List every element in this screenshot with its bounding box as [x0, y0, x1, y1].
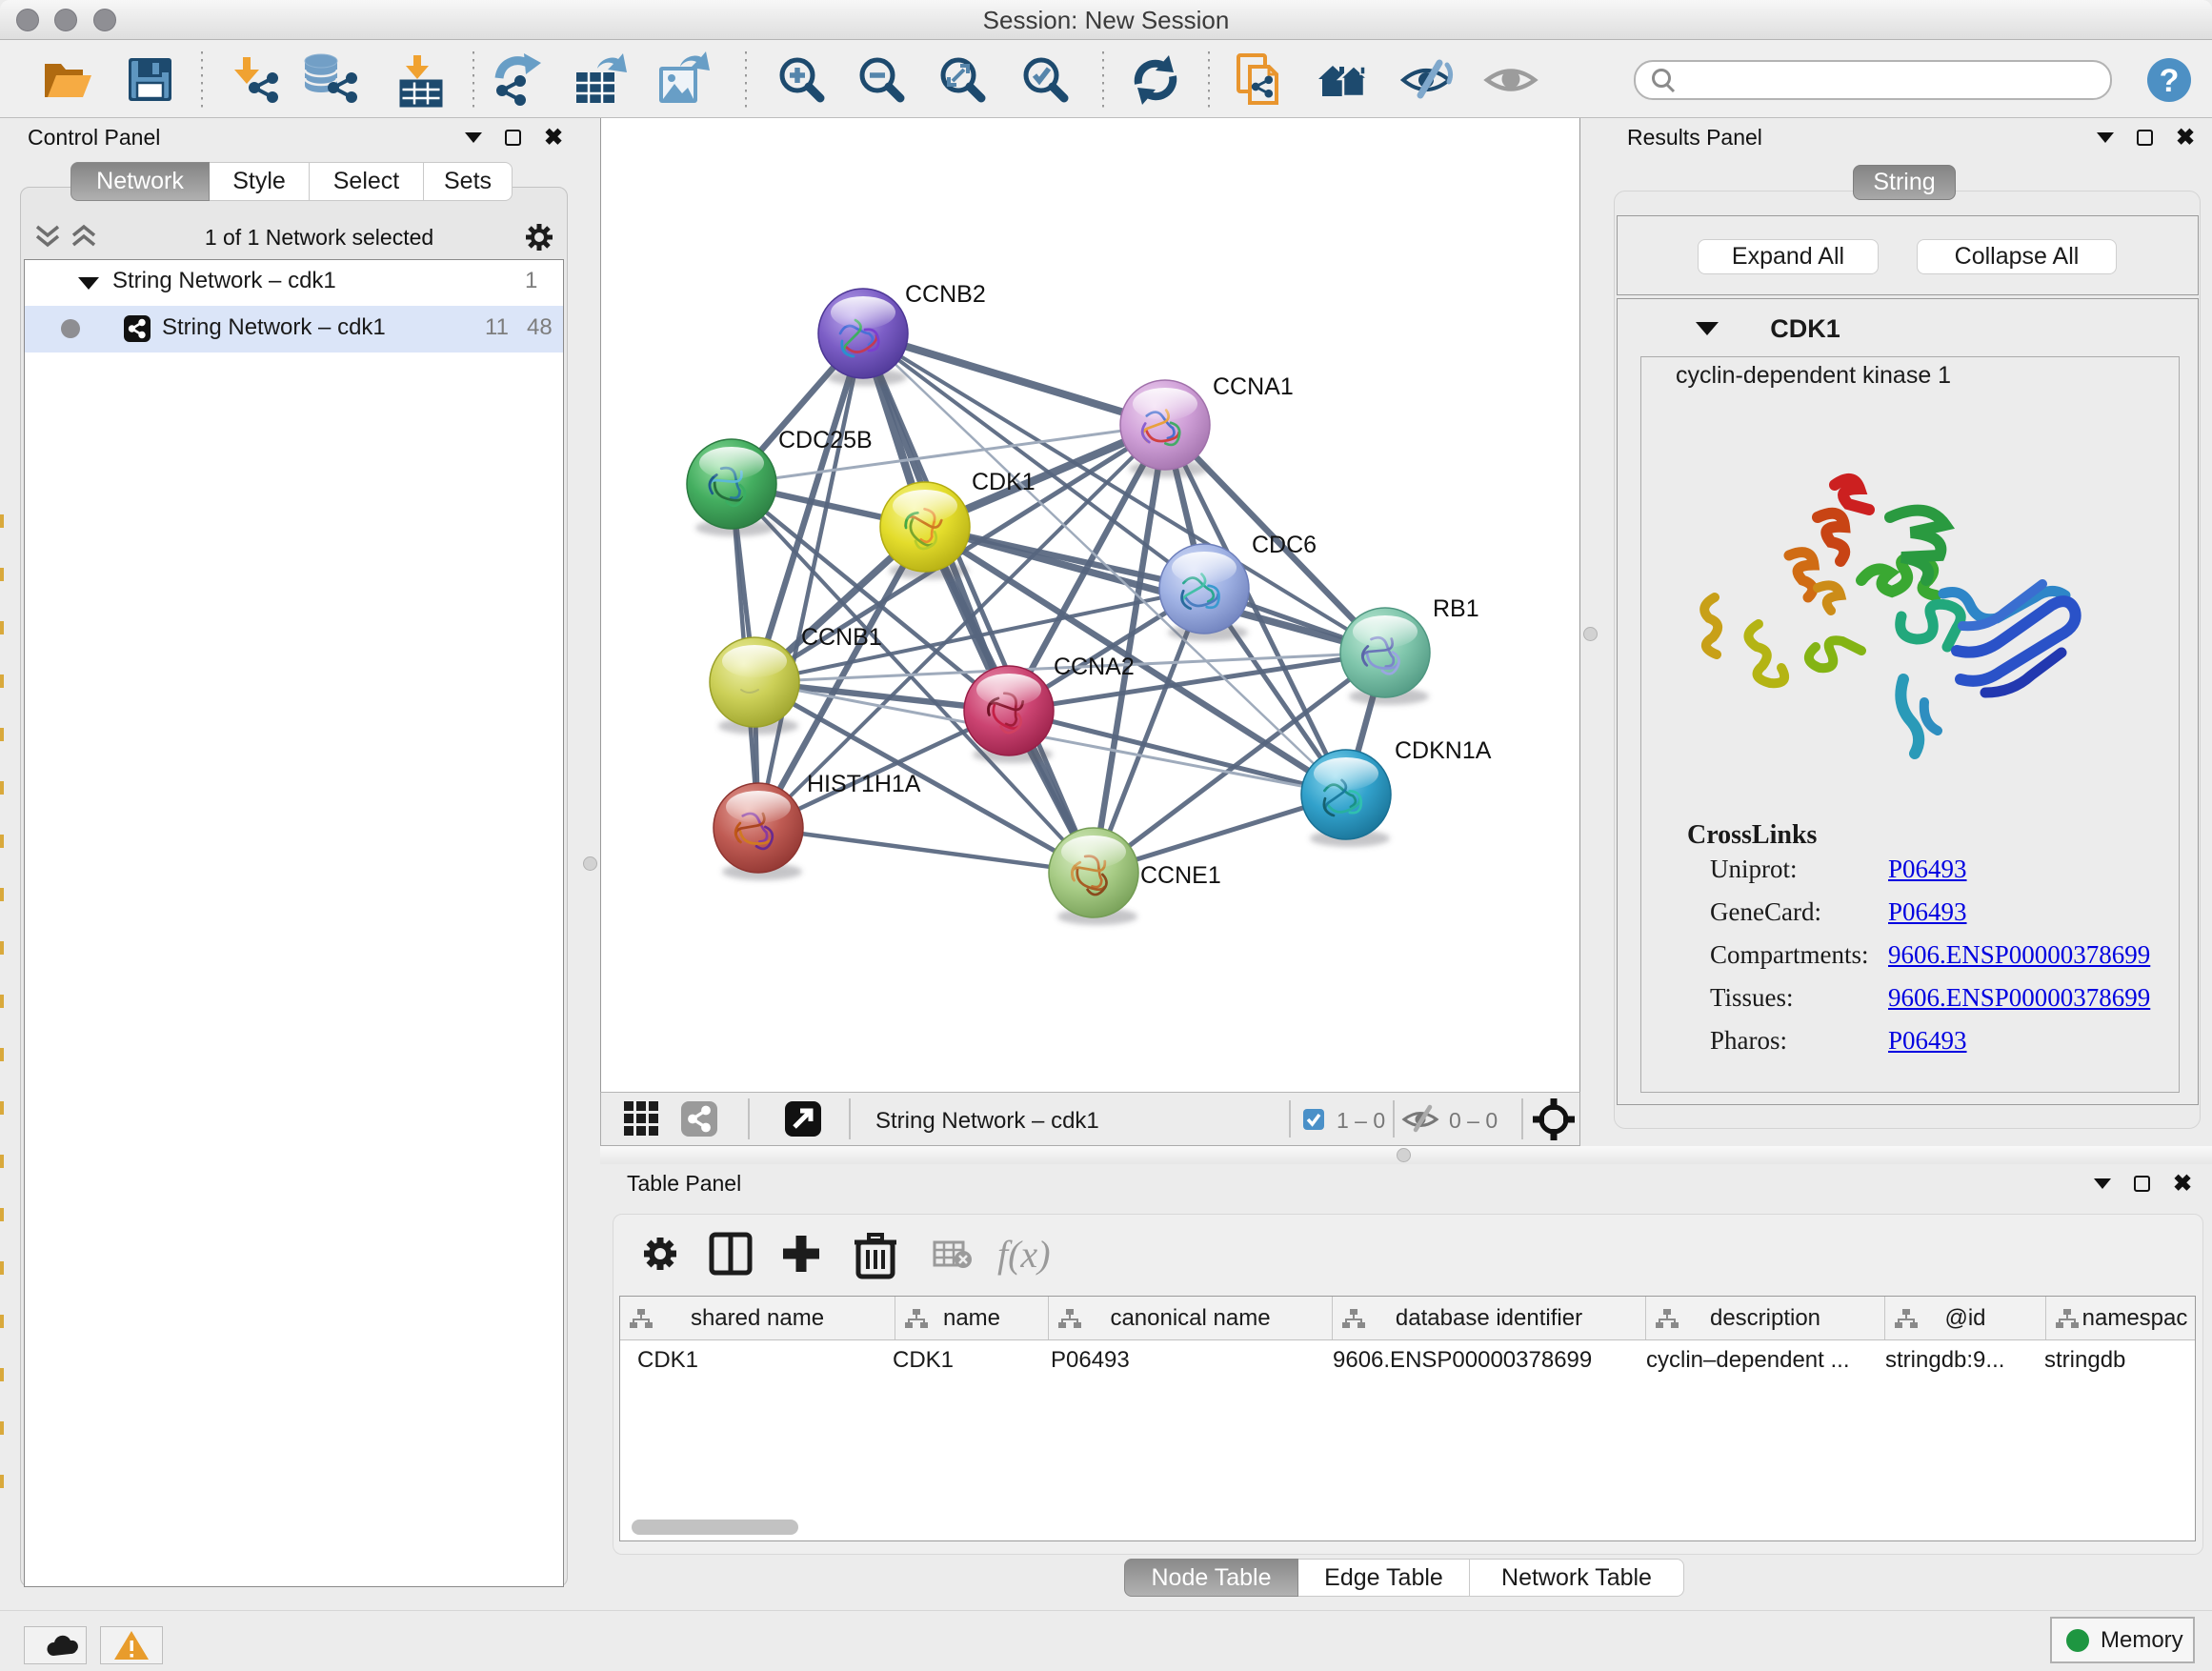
- svg-text:CDC6: CDC6: [1252, 532, 1317, 558]
- svg-text:String Network – cdk1: String Network – cdk1: [875, 1108, 1099, 1134]
- svg-text:CCNB2: CCNB2: [905, 281, 986, 308]
- svg-text:0 – 0: 0 – 0: [1449, 1108, 1498, 1133]
- svg-text:CCNE1: CCNE1: [1140, 862, 1221, 889]
- svg-text:f(x): f(x): [997, 1233, 1051, 1276]
- svg-text:1 of 1 Network selected: 1 of 1 Network selected: [205, 225, 433, 250]
- svg-text:CDC25B: CDC25B: [778, 427, 873, 453]
- svg-text:CCNA1: CCNA1: [1213, 373, 1294, 400]
- svg-text:CCNA2: CCNA2: [1054, 654, 1135, 680]
- svg-text:?: ?: [2160, 63, 2180, 99]
- svg-text:CDKN1A: CDKN1A: [1395, 737, 1492, 764]
- svg-text:CDK1: CDK1: [972, 469, 1036, 495]
- svg-text:RB1: RB1: [1433, 595, 1479, 622]
- svg-text:HIST1H1A: HIST1H1A: [807, 771, 921, 797]
- svg-text:CCNB1: CCNB1: [801, 624, 882, 651]
- svg-text:1 – 0: 1 – 0: [1337, 1108, 1385, 1133]
